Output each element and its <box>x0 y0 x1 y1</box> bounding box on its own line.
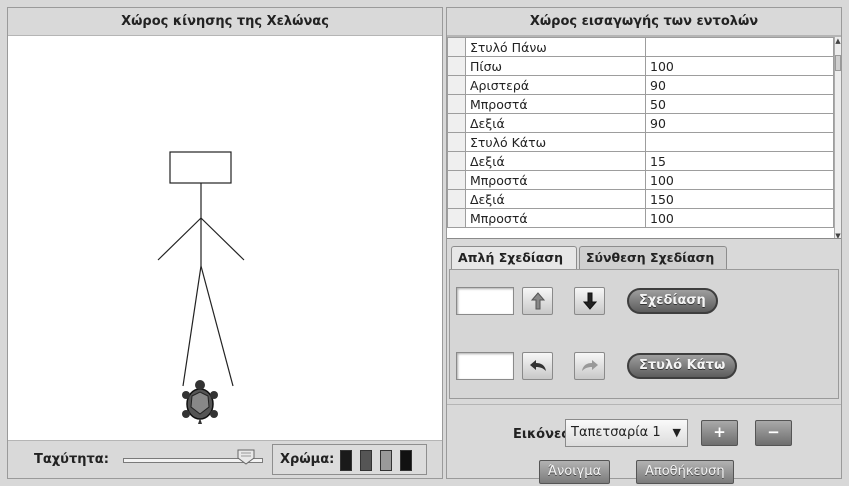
table-row[interactable]: Δεξιά 15 <box>447 151 834 171</box>
stick-figure-drawing <box>157 151 245 424</box>
move-up-button[interactable] <box>522 287 553 315</box>
command-cell[interactable]: Μπροστά <box>465 94 646 114</box>
value-cell[interactable]: 50 <box>645 94 834 114</box>
row-header[interactable] <box>447 56 466 76</box>
turtle-icon <box>182 380 218 424</box>
bottom-separator <box>447 404 841 405</box>
images-select[interactable]: Ταπετσαρία 1 ▼ <box>565 419 688 447</box>
command-cell[interactable]: Δεξιά <box>465 151 646 171</box>
commands-scroll-thumb[interactable] <box>835 55 841 71</box>
row-header[interactable] <box>447 151 466 171</box>
table-row[interactable]: Μπροστά 50 <box>447 94 834 114</box>
row-header[interactable] <box>447 170 466 190</box>
speed-label: Ταχύτητα: <box>34 452 109 467</box>
row-header[interactable] <box>447 75 466 95</box>
table-row[interactable]: Στυλό Πάνω <box>447 37 834 57</box>
command-cell[interactable]: Πίσω <box>465 56 646 76</box>
row-header[interactable] <box>447 37 466 57</box>
value-cell[interactable] <box>645 132 834 152</box>
commands-scrollbar[interactable]: ▲ ▼ <box>834 37 841 238</box>
commands-table: Στυλό Πάνω Πίσω 100 Αριστερά 90 Μπροστά 50 Δεξι… <box>447 36 841 239</box>
scroll-up-arrow[interactable]: ▲ <box>834 37 841 45</box>
table-row[interactable]: Δεξιά 90 <box>447 113 834 133</box>
draw-button[interactable]: Σχεδίαση <box>627 288 718 314</box>
row-header[interactable] <box>447 208 466 228</box>
color-swatch-4[interactable] <box>400 450 412 471</box>
save-button[interactable]: Αποθήκευση <box>636 460 734 484</box>
row-header[interactable] <box>447 189 466 209</box>
figure-left-leg <box>182 265 202 387</box>
table-row[interactable]: Πίσω 100 <box>447 56 834 76</box>
figure-right-arm <box>200 217 245 261</box>
command-cell[interactable]: Μπροστά <box>465 170 646 190</box>
figure-head <box>169 151 232 184</box>
table-row[interactable]: Στυλό Κάτω <box>447 132 834 152</box>
figure-right-leg <box>200 265 234 387</box>
pen-count-input[interactable] <box>456 352 514 380</box>
color-swatch-3[interactable] <box>380 450 392 471</box>
scroll-down-arrow[interactable]: ▼ <box>834 232 841 238</box>
undo-icon <box>529 360 546 371</box>
command-cell[interactable]: Μπροστά <box>465 208 646 228</box>
value-cell[interactable]: 100 <box>645 208 834 228</box>
tab-simple-drawing[interactable]: Απλή Σχεδίαση <box>451 246 577 271</box>
redo-icon <box>581 360 598 371</box>
command-cell[interactable]: Στυλό Κάτω <box>465 132 646 152</box>
table-row[interactable]: Δεξιά 150 <box>447 189 834 209</box>
app-root: Χώρος κίνησης της Χελώνας Ταχύτητα: Χρώμ… <box>0 0 849 486</box>
row-header[interactable] <box>447 113 466 133</box>
command-cell[interactable]: Δεξιά <box>465 189 646 209</box>
table-row[interactable]: Αριστερά 90 <box>447 75 834 95</box>
turtle-controls-bar: Ταχύτητα: Χρώμα: <box>8 440 442 478</box>
value-cell[interactable]: 15 <box>645 151 834 171</box>
drawing-canvas[interactable] <box>8 36 442 440</box>
chevron-down-icon: ▼ <box>672 426 681 439</box>
add-image-button[interactable]: + <box>701 420 738 446</box>
speed-slider-thumb[interactable] <box>237 449 255 465</box>
value-cell[interactable]: 90 <box>645 113 834 133</box>
table-row[interactable]: Μπροστά 100 <box>447 170 834 190</box>
row-header[interactable] <box>447 94 466 114</box>
command-cell[interactable]: Στυλό Πάνω <box>465 37 646 57</box>
value-cell[interactable] <box>645 37 834 57</box>
value-cell[interactable]: 100 <box>645 170 834 190</box>
pen-down-button[interactable]: Στυλό Κάτω <box>627 353 738 379</box>
value-cell[interactable]: 100 <box>645 56 834 76</box>
undo-button[interactable] <box>522 352 553 380</box>
row-header[interactable] <box>447 132 466 152</box>
color-swatch-1[interactable] <box>340 450 352 471</box>
arrow-down-icon <box>582 292 597 310</box>
turtle-area-panel: Χώρος κίνησης της Χελώνας Ταχύτητα: Χρώμ… <box>7 7 443 479</box>
turtle-area-title: Χώρος κίνησης της Χελώνας <box>8 8 442 36</box>
command-input-panel: Χώρος εισαγωγής των εντολών Στυλό Πάνω Πί… <box>446 7 842 484</box>
command-area-title: Χώρος εισαγωγής των εντολών <box>447 8 841 36</box>
color-swatch-2[interactable] <box>360 450 372 471</box>
value-cell[interactable]: 150 <box>645 189 834 209</box>
move-down-button[interactable] <box>574 287 605 315</box>
arrow-up-icon <box>530 292 545 310</box>
tab-composite-drawing[interactable]: Σύνθεση Σχεδίαση <box>579 246 727 270</box>
images-select-value: Ταπετσαρία 1 <box>571 425 661 440</box>
value-cell[interactable]: 90 <box>645 75 834 95</box>
color-picker: Χρώμα: <box>272 444 427 475</box>
open-button[interactable]: Άνοιγμα <box>539 460 611 484</box>
remove-image-button[interactable]: − <box>755 420 792 446</box>
table-row[interactable]: Μπροστά 100 <box>447 208 834 228</box>
command-cell[interactable]: Αριστερά <box>465 75 646 95</box>
redo-button[interactable] <box>574 352 605 380</box>
simple-drawing-tab-content: Σχεδίαση Στυλό Κάτω <box>449 269 839 399</box>
figure-left-arm <box>157 217 202 261</box>
draw-count-input[interactable] <box>456 287 514 315</box>
command-cell[interactable]: Δεξιά <box>465 113 646 133</box>
color-label: Χρώμα: <box>280 452 335 467</box>
